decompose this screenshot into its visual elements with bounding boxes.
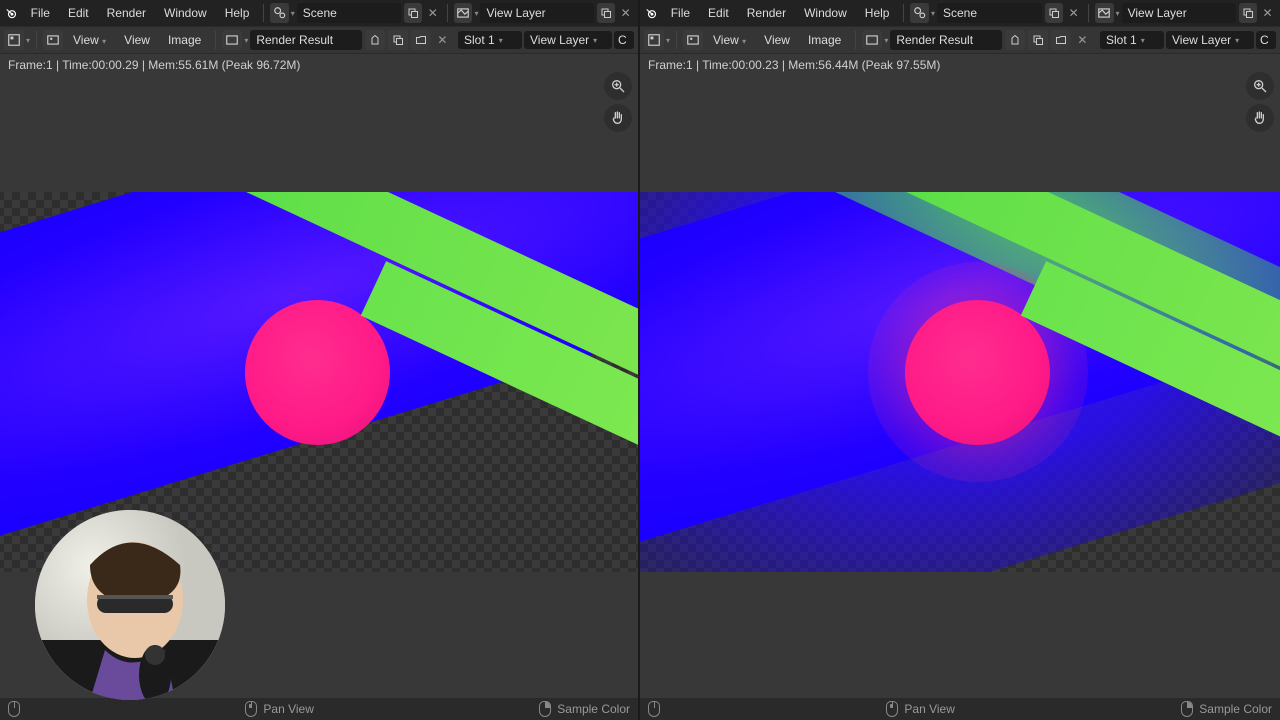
top-menubar: File Edit Render Window Help ▾ Scene ✕ ▾… xyxy=(640,0,1280,26)
toolbar-view-dropdown[interactable]: View ▾ xyxy=(705,29,754,51)
toolbar-view-menu[interactable]: View xyxy=(116,29,158,51)
editor-type-icon[interactable] xyxy=(644,30,664,50)
pan-icon[interactable] xyxy=(604,104,632,132)
pan-icon[interactable] xyxy=(1246,104,1274,132)
footer-pan: Pan View xyxy=(245,701,313,717)
open-image-icon[interactable] xyxy=(1051,30,1071,50)
magenta-sphere xyxy=(905,300,1050,445)
scene-field[interactable]: Scene xyxy=(937,3,1042,23)
image-name-field[interactable]: Render Result xyxy=(890,30,1002,50)
layer-dropdown[interactable]: View Layer▾ xyxy=(524,31,612,49)
scene-icon[interactable] xyxy=(910,3,929,23)
new-image-icon[interactable] xyxy=(388,30,408,50)
image-editor-toolbar: ▾ View ▾ View Image ▾ Render Result ✕ Sl… xyxy=(640,26,1280,54)
slot-dropdown[interactable]: Slot 1▾ xyxy=(1100,31,1164,49)
viewlayer-close-icon[interactable]: ✕ xyxy=(1259,3,1276,23)
viewlayer-browse-icon[interactable] xyxy=(597,3,615,23)
fake-user-icon[interactable] xyxy=(365,30,385,50)
unlink-image-icon[interactable]: ✕ xyxy=(1073,30,1091,50)
status-bar: Pan View Sample Color xyxy=(640,698,1280,720)
open-image-icon[interactable] xyxy=(411,30,431,50)
image-viewport[interactable] xyxy=(640,72,1280,696)
scene-close-icon[interactable]: ✕ xyxy=(424,3,441,23)
unlink-image-icon[interactable]: ✕ xyxy=(433,30,451,50)
footer-pan: Pan View xyxy=(886,701,954,717)
scene-close-icon[interactable]: ✕ xyxy=(1065,3,1082,23)
menu-render[interactable]: Render xyxy=(99,2,154,24)
footer-sample: Sample Color xyxy=(1181,701,1272,717)
menu-file[interactable]: File xyxy=(23,2,58,24)
layer-dropdown[interactable]: View Layer▾ xyxy=(1166,31,1254,49)
toolbar-image-menu[interactable]: Image xyxy=(160,29,209,51)
mode-icon[interactable] xyxy=(43,30,63,50)
menu-help[interactable]: Help xyxy=(857,2,898,24)
webcam-overlay xyxy=(35,510,225,700)
menu-render[interactable]: Render xyxy=(739,2,794,24)
magenta-sphere xyxy=(245,300,390,445)
image-editor-toolbar: ▾ View ▾ View Image ▾ Render Result ✕ Sl… xyxy=(0,26,638,54)
mode-icon[interactable] xyxy=(683,30,703,50)
image-name-label: Render Result xyxy=(256,33,333,47)
mouse-left-icon xyxy=(648,701,660,717)
viewlayer-field[interactable]: View Layer xyxy=(1122,3,1236,23)
image-datablock-icon[interactable] xyxy=(222,30,242,50)
top-menubar: File Edit Render Window Help ▾ Scene ✕ ▾… xyxy=(0,0,638,26)
scene-field[interactable]: Scene xyxy=(297,3,401,23)
scene-icon[interactable] xyxy=(270,3,288,23)
fake-user-icon[interactable] xyxy=(1005,30,1025,50)
pass-dropdown[interactable]: C xyxy=(614,31,634,49)
viewlayer-field[interactable]: View Layer xyxy=(480,3,593,23)
menu-help[interactable]: Help xyxy=(217,2,258,24)
zoom-icon[interactable] xyxy=(604,72,632,100)
menu-edit[interactable]: Edit xyxy=(60,2,97,24)
viewlayer-label: View Layer xyxy=(486,6,545,20)
blender-logo-icon[interactable] xyxy=(644,4,661,22)
menu-edit[interactable]: Edit xyxy=(700,2,737,24)
mouse-left-icon xyxy=(8,701,20,717)
toolbar-image-menu[interactable]: Image xyxy=(800,29,849,51)
editor-type-icon[interactable] xyxy=(4,30,24,50)
menu-window[interactable]: Window xyxy=(796,2,855,24)
viewlayer-browse-icon[interactable] xyxy=(1239,3,1258,23)
toolbar-view-menu[interactable]: View xyxy=(756,29,798,51)
zoom-icon[interactable] xyxy=(1246,72,1274,100)
toolbar-view-dropdown[interactable]: View ▾ xyxy=(65,29,114,51)
image-name-field[interactable]: Render Result xyxy=(250,30,362,50)
mouse-middle-icon xyxy=(886,701,898,717)
viewlayer-icon[interactable] xyxy=(1095,3,1114,23)
pass-dropdown[interactable]: C xyxy=(1256,31,1276,49)
scene-browse-icon[interactable] xyxy=(404,3,422,23)
slot-dropdown[interactable]: Slot 1▾ xyxy=(458,31,522,49)
footer-sample: Sample Color xyxy=(539,701,630,717)
mouse-right-icon xyxy=(539,701,551,717)
scene-browse-icon[interactable] xyxy=(1045,3,1064,23)
menu-file[interactable]: File xyxy=(663,2,698,24)
blender-logo-icon[interactable] xyxy=(4,4,21,22)
scene-label: Scene xyxy=(303,6,337,20)
mouse-middle-icon xyxy=(245,701,257,717)
new-image-icon[interactable] xyxy=(1028,30,1048,50)
mouse-right-icon xyxy=(1181,701,1193,717)
status-bar: Pan View Sample Color xyxy=(0,698,638,720)
viewlayer-close-icon[interactable]: ✕ xyxy=(617,3,634,23)
menu-window[interactable]: Window xyxy=(156,2,215,24)
image-datablock-icon[interactable] xyxy=(862,30,882,50)
viewlayer-icon[interactable] xyxy=(454,3,472,23)
